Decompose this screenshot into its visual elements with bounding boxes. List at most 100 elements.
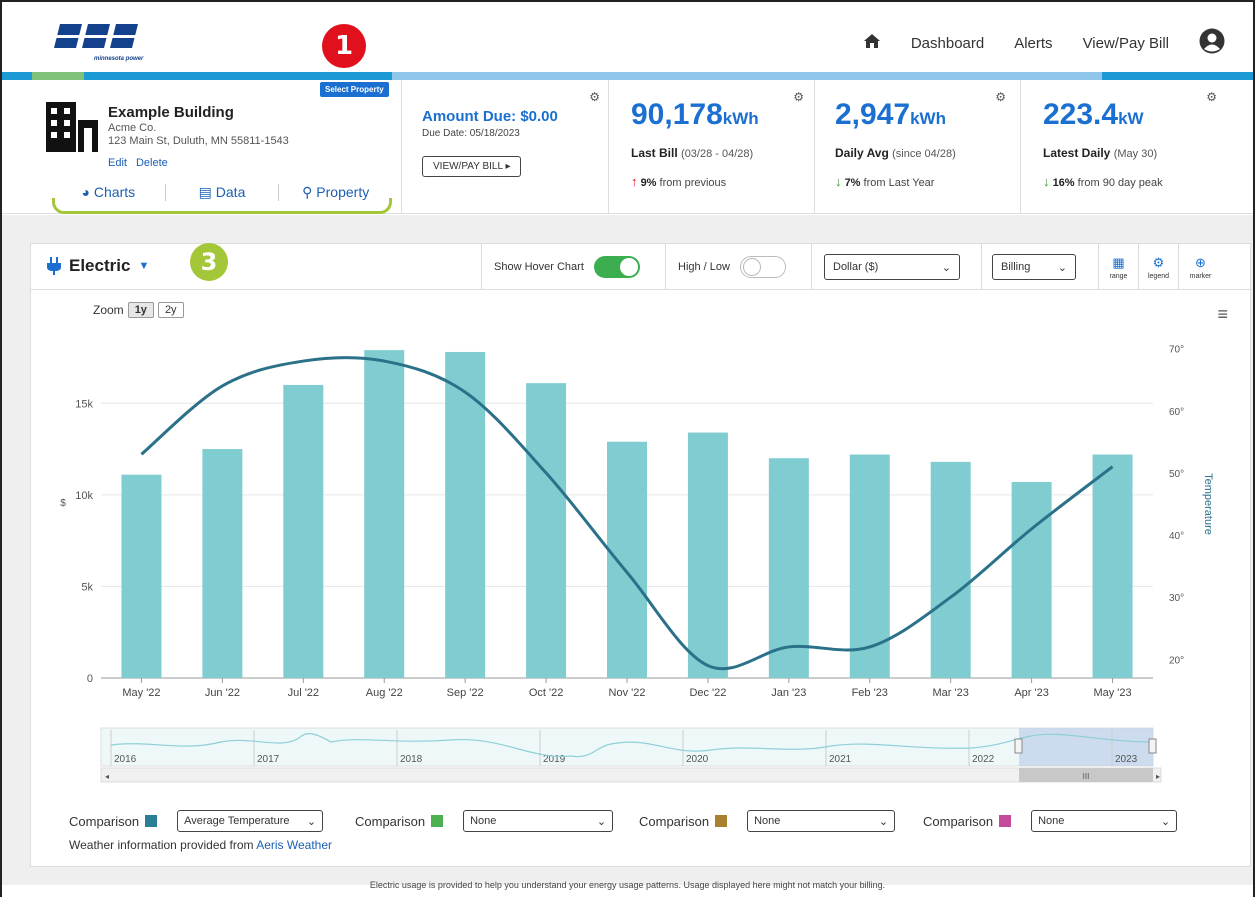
- tabs-highlight-bracket: [52, 198, 392, 214]
- period-select[interactable]: Billing ⌄: [992, 254, 1076, 280]
- nav-dashboard[interactable]: Dashboard: [911, 35, 984, 52]
- chart-panel: Electric ▼ Show Hover Chart High / Low D…: [30, 243, 1252, 867]
- chevron-down-icon: ⌄: [1057, 261, 1067, 274]
- bar: [283, 384, 324, 678]
- x-tick-label: Aug '22: [366, 687, 403, 699]
- comparison-1-value: Average Temperature: [184, 815, 290, 827]
- comparison-3-value: None: [754, 815, 781, 827]
- last-bill-card: ⚙ 90,178kWh Last Bill (03/28 - 04/28) ↑ …: [609, 80, 815, 214]
- range-button[interactable]: ▦ range: [1098, 244, 1138, 290]
- y2-tick-label: 20°: [1169, 655, 1184, 666]
- daily-avg-delta: ↓ 7% from Last Year: [835, 174, 934, 189]
- comparison-2-swatch: [431, 815, 444, 827]
- plus-circle-icon: ⊕: [1195, 254, 1206, 270]
- hover-chart-control: Show Hover Chart: [481, 244, 653, 290]
- latest-daily-label: Latest Daily (May 30): [1043, 146, 1157, 160]
- high-low-control: High / Low: [665, 244, 815, 290]
- bar: [607, 441, 647, 678]
- high-low-toggle[interactable]: [739, 256, 786, 278]
- building-icon: [46, 102, 98, 152]
- navigator-handle-right: [1148, 738, 1157, 754]
- units-cell: Dollar ($) ⌄: [811, 244, 971, 290]
- y-axis-label: $: [60, 498, 66, 509]
- latest-daily-range: (May 30): [1113, 148, 1158, 160]
- chevron-down-icon: ⌄: [878, 815, 889, 828]
- plug-icon: [47, 257, 61, 275]
- navigator-year-label: 2017: [257, 754, 280, 765]
- property-name: Example Building: [108, 104, 234, 121]
- last-bill-label-text: Last Bill: [631, 146, 678, 160]
- navigator-year-label: 2021: [829, 754, 852, 765]
- utility-selector[interactable]: Electric ▼: [47, 256, 149, 276]
- gear-icon[interactable]: ⚙: [589, 90, 600, 104]
- gear-icon[interactable]: ⚙: [995, 90, 1006, 104]
- nav-view-pay-bill[interactable]: View/Pay Bill: [1083, 35, 1169, 52]
- select-property-button[interactable]: Select Property: [320, 82, 389, 97]
- marker-button[interactable]: ⊕ marker: [1178, 244, 1222, 290]
- high-low-label: High / Low: [678, 261, 730, 273]
- navigator-scrollbar: [100, 767, 1162, 783]
- comparison-4-value: None: [1038, 815, 1065, 827]
- chevron-down-icon: ⌄: [596, 815, 607, 828]
- arrow-up-icon: ↑: [631, 174, 638, 189]
- x-tick-label: Sep '22: [447, 687, 484, 699]
- comparison-1-select[interactable]: Average Temperature ⌄: [177, 810, 324, 832]
- latest-daily-pct: 16%: [1052, 177, 1075, 189]
- daily-avg-unit: kWh: [910, 109, 946, 128]
- daily-avg-note: from Last Year: [863, 177, 935, 189]
- y2-tick-label: 60°: [1169, 407, 1184, 418]
- gear-icon: ⚙: [1152, 254, 1165, 270]
- gear-icon[interactable]: ⚙: [1206, 90, 1217, 104]
- comparison-2-select[interactable]: None ⌄: [463, 810, 614, 832]
- hover-chart-toggle[interactable]: [593, 256, 640, 278]
- last-bill-number: 90,178: [631, 98, 723, 131]
- latest-daily-value: 223.4kW: [1043, 98, 1144, 132]
- comparison-1-swatch: [145, 815, 158, 827]
- gear-icon[interactable]: ⚙: [793, 90, 804, 104]
- edit-link[interactable]: Edit: [108, 157, 127, 169]
- hover-chart-label: Show Hover Chart: [494, 261, 584, 273]
- navigator-year-label: 2016: [114, 754, 137, 765]
- y2-tick-label: 30°: [1169, 593, 1184, 604]
- calendar-icon: ▦: [1112, 254, 1125, 270]
- latest-daily-unit: kW: [1118, 109, 1144, 128]
- latest-daily-note: from 90 day peak: [1077, 177, 1163, 189]
- y-tick-label: 5k: [81, 581, 93, 593]
- legend-button[interactable]: ⚙ legend: [1138, 244, 1178, 290]
- units-select[interactable]: Dollar ($) ⌄: [824, 254, 960, 280]
- bar: [526, 383, 567, 678]
- latest-daily-number: 223.4: [1043, 98, 1119, 131]
- logo-text: minnesota power: [94, 56, 144, 62]
- daily-avg-value: 2,947kWh: [835, 98, 946, 132]
- daily-avg-label-text: Daily Avg: [835, 146, 889, 160]
- caret-down-icon: ▼: [138, 260, 150, 272]
- latest-daily-delta: ↓ 16% from 90 day peak: [1043, 174, 1163, 189]
- callout-1: 1: [322, 24, 366, 68]
- navigator-year-label: 2018: [400, 754, 423, 765]
- last-bill-delta: ↑ 9% from previous: [631, 174, 726, 189]
- user-circle-icon[interactable]: [1199, 28, 1225, 58]
- view-pay-bill-button[interactable]: VIEW/PAY BILL ▸: [422, 156, 522, 177]
- comparison-4: Comparison None ⌄: [923, 810, 1178, 832]
- legend-label: legend: [1147, 272, 1170, 280]
- last-bill-pct: 9%: [640, 177, 657, 189]
- minnesota-power-logo[interactable]: [54, 24, 164, 54]
- property-company: Acme Co.: [108, 122, 157, 134]
- top-nav: minnesota power Dashboard Alerts View/Pa…: [2, 2, 1253, 72]
- toggle-knob: [619, 258, 638, 276]
- navigator-handle-left: [1014, 738, 1023, 754]
- amount-due-card: ⚙ Amount Due: $0.00 Due Date: 05/18/2023…: [402, 80, 609, 214]
- comparison-4-select[interactable]: None ⌄: [1031, 810, 1178, 832]
- comparison-3: Comparison None ⌄: [639, 810, 896, 832]
- daily-avg-number: 2,947: [835, 98, 911, 131]
- comparison-3-select[interactable]: None ⌄: [747, 810, 896, 832]
- delete-link[interactable]: Delete: [136, 157, 168, 169]
- nav-alerts[interactable]: Alerts: [1014, 35, 1052, 52]
- y2-tick-label: 50°: [1169, 469, 1184, 480]
- amount-due: Amount Due: $0.00: [422, 108, 558, 125]
- color-stripe: [2, 72, 1253, 80]
- chevron-down-icon: ⌄: [306, 815, 317, 828]
- property-address: 123 Main St, Duluth, MN 55811-1543: [108, 135, 289, 147]
- aeris-weather-link[interactable]: Aeris Weather: [256, 838, 332, 852]
- home-icon[interactable]: [863, 33, 881, 53]
